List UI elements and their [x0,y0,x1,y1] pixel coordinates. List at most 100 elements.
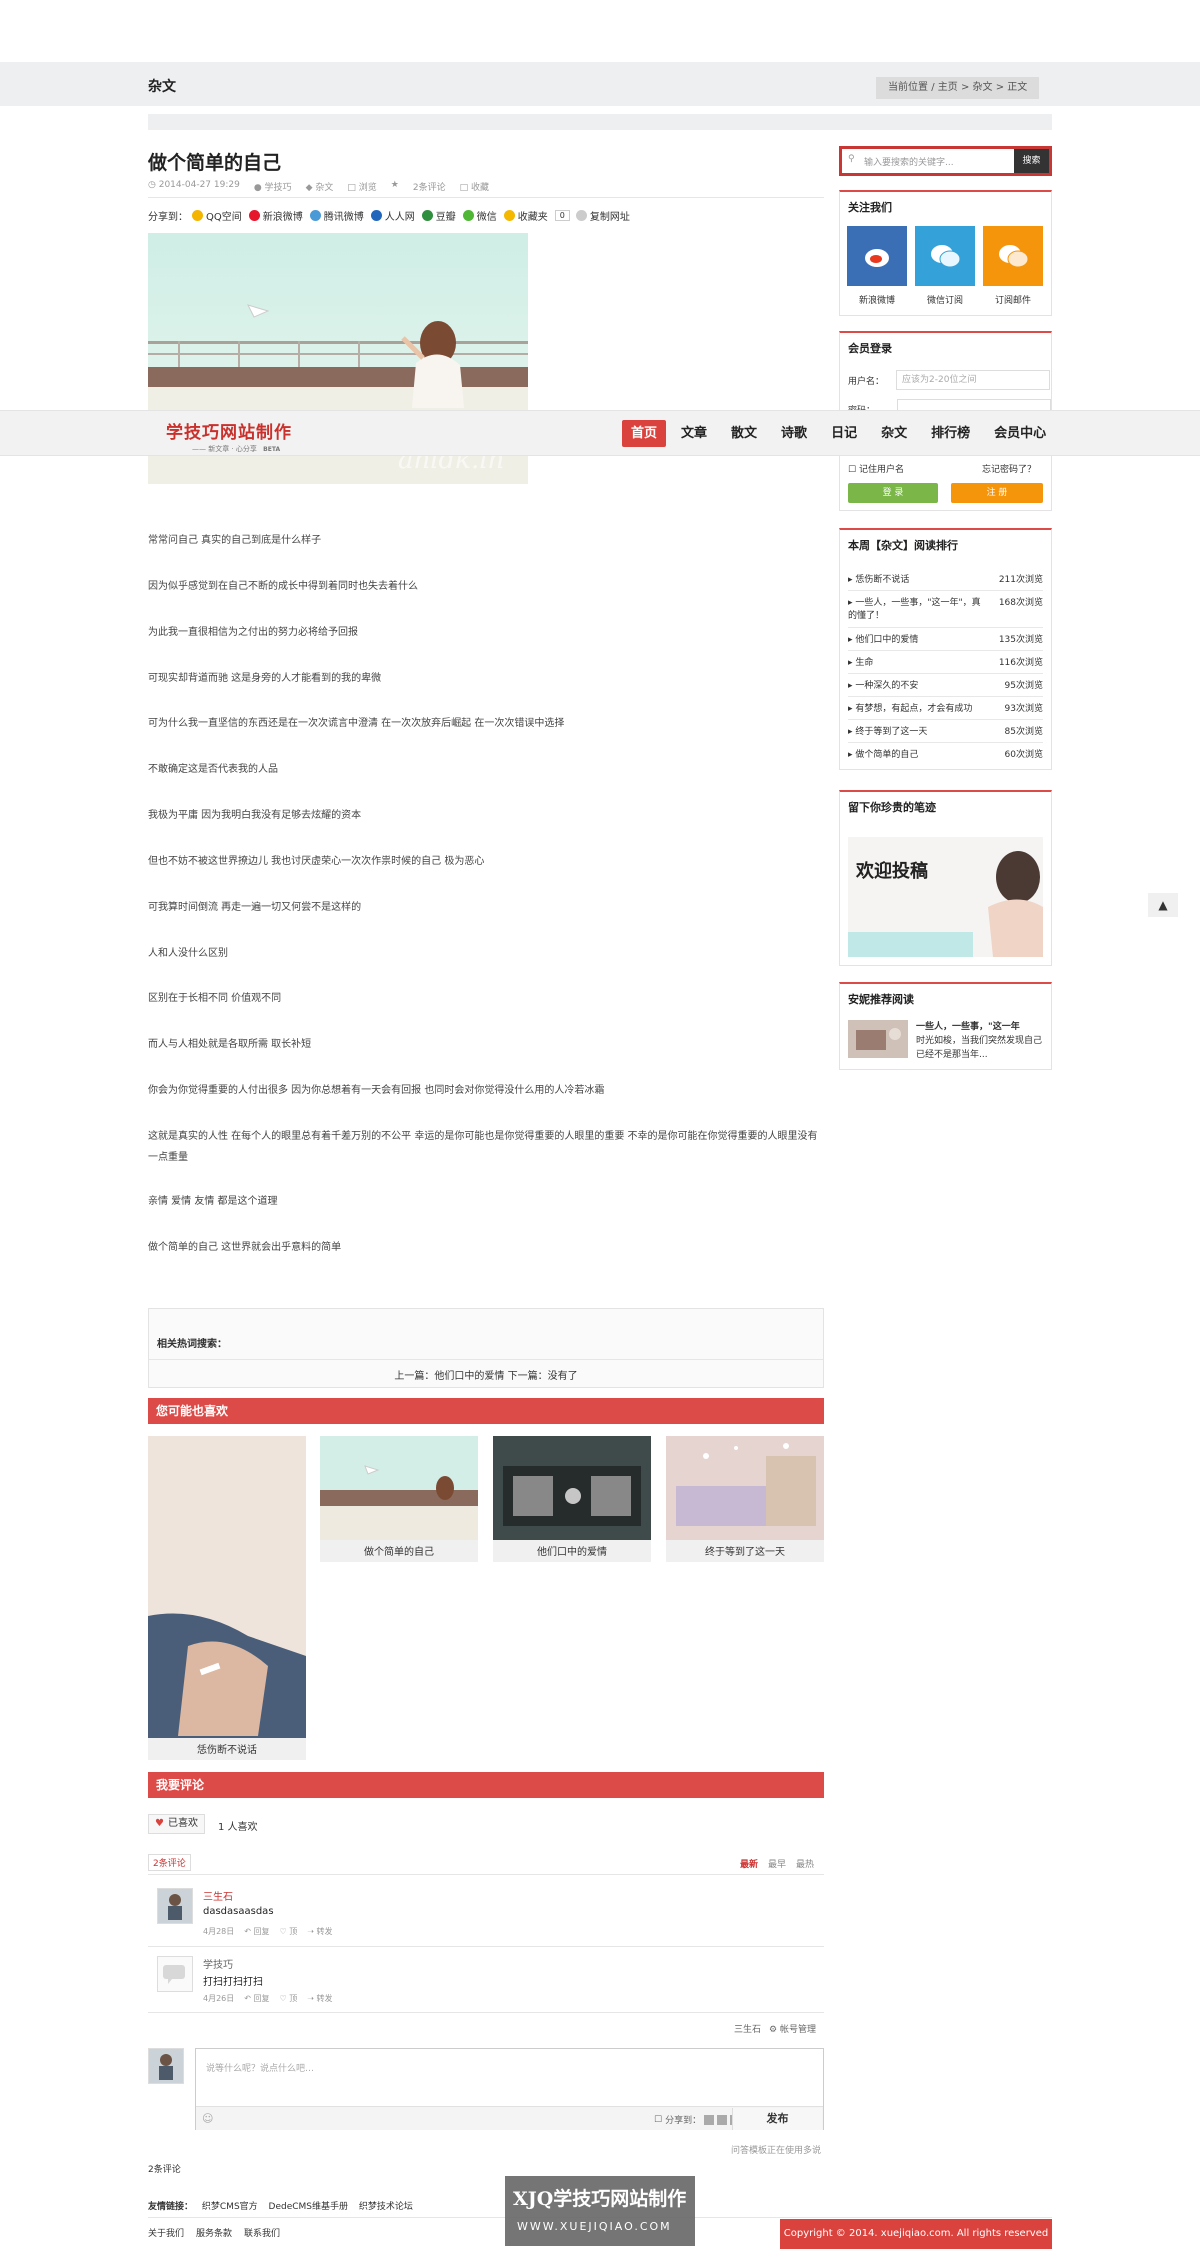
recommend-caption: 恁伤断不说话 [197,1745,257,1756]
username-input[interactable]: 应该为2-20位之间 [896,370,1051,390]
view-count: 95次浏览 [1004,681,1043,691]
qq-share-icon[interactable] [717,2114,728,2125]
avatar[interactable] [157,1956,193,1992]
related-box: 相关热词搜索： 上一篇：他们口中的爱情 下一篇：没有了 [148,1308,824,1388]
reply-link[interactable]: ↶ 回复 [244,1926,269,1937]
page-header: 杂文 当前位置 / 主页 > 杂文 > 正文 [0,62,1200,106]
share-link[interactable]: 人人网 [370,208,415,223]
recommend-card[interactable]: 做个简单的自己 [320,1436,478,1562]
recommend-image [320,1436,478,1540]
ranking-item[interactable]: ▸ 一种深久的不安 95次浏览 [848,678,1043,691]
star-icon[interactable]: ★ [391,180,399,193]
breadcrumb-category-link[interactable]: 杂文 [973,82,993,93]
follow-weibo[interactable]: 新浪微博 [847,226,907,306]
friend-link[interactable]: DedeCMS维基手册 [269,2202,348,2212]
heart-icon: ♥ [155,1818,164,1829]
nav-item[interactable]: 排行榜 [922,420,979,447]
search-button[interactable]: 搜索 [1014,149,1049,173]
follow-mail[interactable]: 订阅邮件 [983,226,1043,306]
reply-link[interactable]: ↶ 回复 [244,1993,269,2004]
search-input[interactable]: 输入要搜索的关键字... [864,155,954,168]
recommend-card[interactable]: 终于等到了这一天 [666,1436,824,1562]
sort-option[interactable]: 最热 [796,1857,814,1870]
upvote-link[interactable]: ♡ 顶 [280,1993,298,2004]
weibo-share-icon[interactable] [704,2114,715,2125]
nav-item[interactable]: 会员中心 [985,420,1055,447]
forward-link[interactable]: ➝ 转发 [307,1926,332,1937]
recommend-image [666,1436,824,1540]
emoji-icon[interactable]: ☺ [202,2112,213,2125]
article-paragraph: 可为什么我一直坚信的东西还是在一次次谎言中澄清 在一次次放弃后崛起 在一次次错误… [148,718,565,729]
ranking-item[interactable]: ▸ 生命 116次浏览 [848,655,1043,668]
breadcrumb-home-link[interactable]: 主页 [938,82,958,93]
weibo-icon [847,226,907,286]
ranking-item[interactable]: ▸ 做个简单的自己 60次浏览 [848,747,1043,760]
follow-wechat[interactable]: 微信订阅 [915,226,975,306]
search-icon: ⚲ [848,154,855,164]
back-to-top-button[interactable]: ▲ [1148,893,1178,917]
nav-item[interactable]: 日记 [822,420,866,447]
comments-meta[interactable]: 2条评论 [413,180,446,193]
share-link[interactable]: 新浪微博 [248,208,303,223]
ranking-item[interactable]: ▸ 终于等到了这一天 85次浏览 [848,724,1043,737]
ranking-item[interactable]: ▸ 恁伤断不说话 211次浏览 [848,572,1043,585]
share-checkbox[interactable]: ☐ [654,2115,662,2125]
forward-link[interactable]: ➝ 转发 [307,1993,332,2004]
guestbook-image[interactable]: 欢迎投稿 [848,837,1043,957]
comment-author[interactable]: 三生石 [203,1888,233,1903]
nav-menu: 首页 文章 散文 诗歌 日记 杂文 排行榜 会员中心 [622,420,1061,447]
ranking-item[interactable]: ▸ 有梦想，有起点，才会有成功 93次浏览 [848,701,1043,714]
ranking-item[interactable]: ▸ 一些人，一些事，"这一年"，真 的懂了！ 168次浏览 [848,595,1043,621]
share-link[interactable]: 腾讯微博 [309,208,364,223]
favorite-meta[interactable]: □ 收藏 [460,180,489,193]
upvote-link[interactable]: ♡ 顶 [280,1926,298,1937]
forgot-password-link[interactable]: 忘记密码了？ [982,462,1036,475]
share-icon [462,210,474,221]
friend-link[interactable]: 织梦CMS官方 [202,2202,258,2212]
recommend-read-thumb[interactable] [848,1020,908,1058]
breadcrumb-sep: / [931,82,935,93]
nav-item[interactable]: 散文 [722,420,766,447]
ranking-item[interactable]: ▸ 他们口中的爱情 135次浏览 [848,632,1043,645]
current-user[interactable]: 三生石 [734,2022,761,2035]
avatar[interactable] [157,1888,193,1924]
recommend-card[interactable]: 恁伤断不说话 [148,1436,306,1760]
comment-system-note[interactable]: 问答模板正在使用多说 [731,2143,821,2156]
divider [848,673,1043,674]
nav-item[interactable]: 首页 [622,420,667,447]
copy-url-link[interactable]: 复制网址 [575,208,630,223]
share-icon [248,210,260,221]
terms-link[interactable]: 服务条款 [196,2226,232,2239]
remember-checkbox[interactable]: ☐ 记住用户名 [848,462,904,475]
share-link[interactable]: QQ空间 [192,208,242,223]
top-navigation: 学技巧网站制作 —— 新文章 · 心分享 BETA 首页 文章 散文 诗歌 日记 杂文 排行… [0,410,1200,456]
nav-item[interactable]: 诗歌 [772,420,816,447]
like-button[interactable]: ♥ 已喜欢 [148,1814,205,1834]
about-link[interactable]: 关于我们 [148,2226,184,2239]
share-link[interactable]: 收藏夹 [503,208,548,223]
comment-account-bar: 三生石 ⚙ 帐号管理 [734,2022,816,2035]
nav-item[interactable]: 文章 [672,420,716,447]
breadcrumb-current: 正文 [1007,82,1028,93]
recommend-read-text[interactable]: 一些人，一些事，"这一年 时光如梭，当我们突然发现自己已经不是那当年... [916,1020,1046,1062]
contact-link[interactable]: 联系我们 [244,2226,280,2239]
comment-author[interactable]: 学技巧 [203,1956,233,1971]
recommend-card[interactable]: 他们口中的爱情 [493,1436,651,1562]
comment-input[interactable]: 说等什么呢？说点什么吧… ☺ ☐ 分享到： 发布 [195,2048,824,2130]
site-logo[interactable]: 学技巧网站制作 —— 新文章 · 心分享 BETA [166,418,292,454]
sort-option[interactable]: 最早 [768,1857,786,1870]
article-paragraph: 可我算时间倒流 再走一遍一切又何尝不是这样的 [148,902,362,913]
share-link[interactable]: 豆瓣 [421,208,456,223]
prev-next-links[interactable]: 上一篇：他们口中的爱情 下一篇：没有了 [149,1367,823,1382]
account-manage-link[interactable]: ⚙ 帐号管理 [769,2022,816,2035]
publish-button[interactable]: 发布 [732,2108,822,2130]
footer-links: 关于我们 服务条款 联系我们 [148,2226,280,2239]
friend-link[interactable]: 织梦技术论坛 [359,2202,413,2212]
nav-item[interactable]: 杂文 [872,420,916,447]
sort-option[interactable]: 最新 [740,1857,758,1870]
recommend-read-box: 安妮推荐阅读 一些人，一些事，"这一年 时光如梭，当我们突然发现自己已经不是那当… [839,982,1052,1070]
share-link[interactable]: 微信 [462,208,497,223]
register-button[interactable]: 注 册 [951,483,1043,503]
login-button[interactable]: 登 录 [848,483,938,503]
divider [148,1946,824,1947]
